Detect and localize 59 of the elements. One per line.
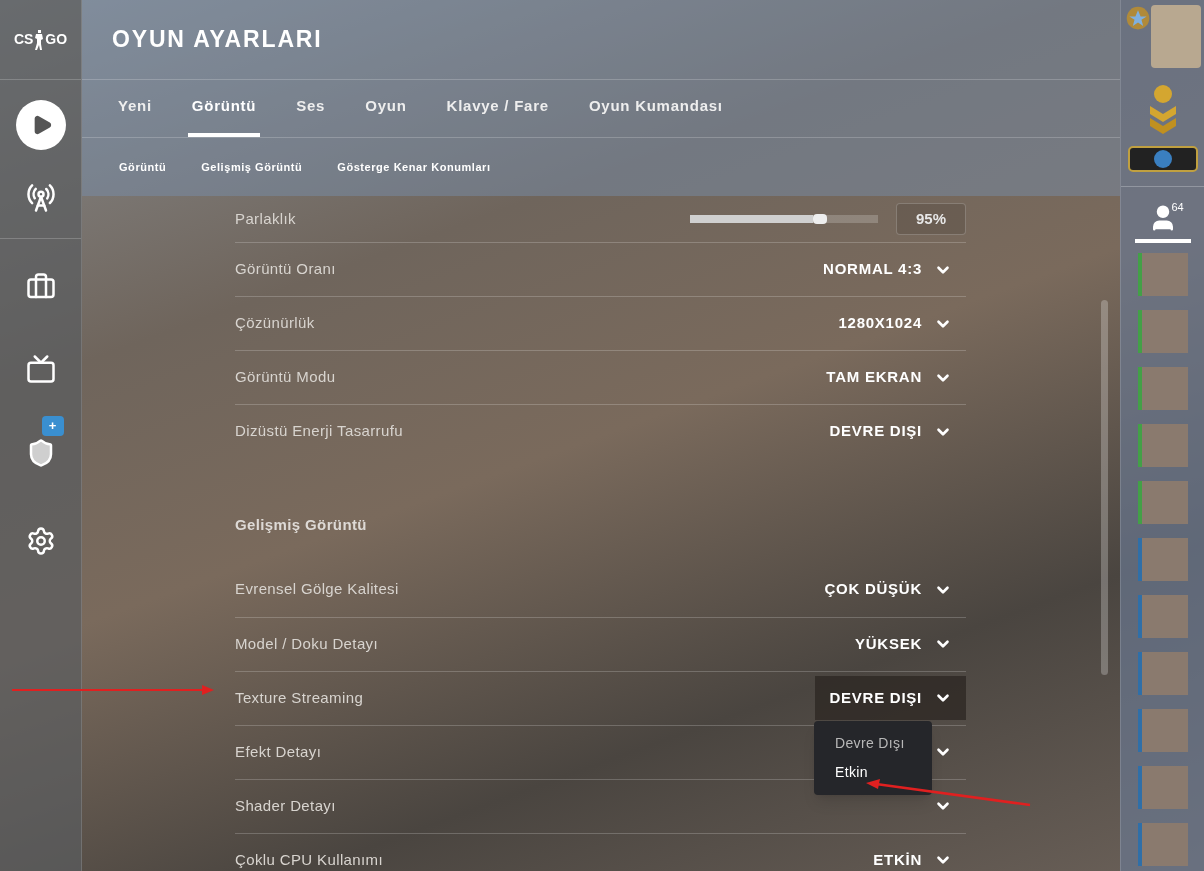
setting-label: Dizüstü Enerji Tasarrufu — [235, 421, 403, 442]
dropdown-button[interactable]: TAM EKRAN — [812, 355, 966, 400]
play-button[interactable] — [15, 100, 66, 150]
avatar-photo-placeholder[interactable] — [1150, 5, 1201, 68]
tab[interactable]: Yeni — [114, 80, 156, 137]
slider-track[interactable] — [690, 215, 878, 223]
rank-badge-icon — [1127, 144, 1198, 174]
logo-text: CS — [13, 30, 34, 49]
friend-avatar-placeholder[interactable] — [1141, 481, 1188, 524]
menu-option[interactable]: Devre Dışı — [814, 732, 932, 754]
setting-label: Model / Doku Detayı — [235, 633, 379, 654]
setting-label: Efekt Detayı — [235, 741, 322, 762]
setting-label: Çözünürlük — [235, 313, 315, 334]
dropdown-button[interactable]: ETKİN — [859, 838, 966, 871]
friend-avatar-placeholder[interactable] — [1141, 595, 1188, 638]
broadcast-icon[interactable] — [25, 183, 56, 213]
slider-thumb[interactable] — [812, 214, 827, 224]
section-heading: Gelişmiş Görüntü — [235, 515, 368, 535]
tab[interactable]: Oyun Kumandası — [584, 80, 727, 137]
dropdown-button[interactable]: NORMAL 4:3 — [809, 247, 966, 292]
subtab[interactable]: Görüntü — [119, 158, 167, 176]
friend-avatar-placeholder[interactable] — [1141, 709, 1188, 752]
tab[interactable]: Klavye / Fare — [442, 80, 553, 137]
friend-avatar-placeholder[interactable] — [1141, 424, 1188, 467]
setting-label: Görüntü Oranı — [235, 259, 336, 280]
dropdown-button[interactable]: ÇOK DÜŞÜK — [810, 567, 966, 612]
settings-icon[interactable] — [25, 526, 56, 556]
tab[interactable]: Görüntü — [187, 80, 261, 137]
scrollbar-thumb[interactable] — [1101, 300, 1108, 675]
value-field[interactable]: 95% — [896, 203, 966, 235]
friend-avatar-placeholder[interactable] — [1141, 766, 1188, 809]
setting-label: Parlaklık — [235, 208, 296, 229]
dropdown-button[interactable]: 1280X1024 — [824, 301, 966, 346]
tv-icon[interactable] — [25, 354, 56, 384]
dropdown-button[interactable]: YÜKSEK — [841, 622, 966, 666]
menu-option[interactable]: Etkin — [814, 761, 932, 783]
rank-chevron-icon — [1147, 84, 1178, 134]
friend-avatar-placeholder[interactable] — [1141, 652, 1188, 695]
friend-avatar-placeholder[interactable] — [1141, 538, 1188, 581]
dropdown-button[interactable]: DEVRE DIŞI — [815, 676, 966, 720]
soldier-icon — [34, 29, 45, 50]
plus-badge: + — [41, 416, 64, 436]
friend-avatar-placeholder[interactable] — [1141, 823, 1188, 866]
subtab[interactable]: Gösterge Kenar Konumları — [337, 158, 491, 176]
friend-avatar-placeholder[interactable] — [1141, 310, 1188, 353]
dropdown-button[interactable]: DEVRE DIŞI — [815, 409, 966, 454]
tab[interactable]: Oyun — [361, 80, 411, 137]
friend-avatar-placeholder[interactable] — [1141, 367, 1188, 410]
setting-label: Evrensel Gölge Kalitesi — [235, 579, 399, 600]
setting-label: Texture Streaming — [235, 687, 364, 708]
logo-text: GO — [45, 30, 68, 49]
friend-avatar-placeholder[interactable] — [1141, 253, 1188, 296]
subtab[interactable]: Gelişmiş Görüntü — [201, 158, 303, 176]
setting-label: Görüntü Modu — [235, 367, 336, 388]
setting-label: Shader Detayı — [235, 795, 336, 816]
friends-count: 64 — [1171, 200, 1184, 215]
setting-label: Çoklu CPU Kullanımı — [235, 849, 383, 870]
tab[interactable]: Ses — [292, 80, 330, 137]
page-title: OYUN AYARLARI — [112, 25, 323, 55]
